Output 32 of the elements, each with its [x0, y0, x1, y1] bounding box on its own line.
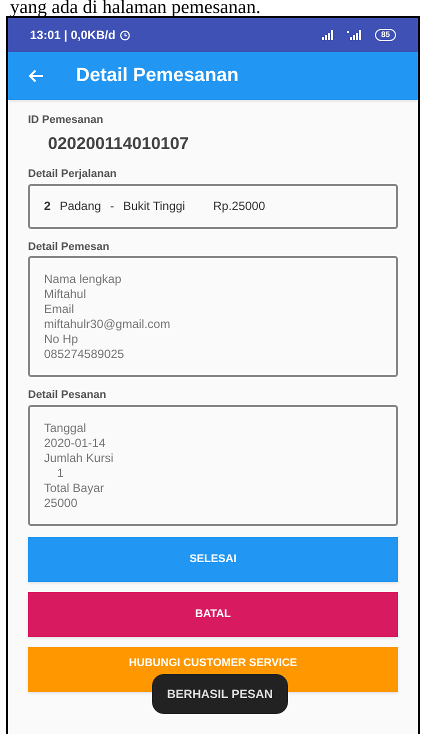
- back-icon[interactable]: [28, 69, 44, 83]
- detail-text: 25000: [44, 496, 78, 510]
- detail-text: miftahulr30@gmail.com: [44, 317, 172, 332]
- action-button[interactable]: SELESAI: [28, 536, 398, 582]
- detail-text: Email: [44, 302, 76, 317]
- action-button[interactable]: BATAL: [28, 592, 398, 636]
- detail-text: Miftahul: [44, 287, 88, 302]
- price-text: Rp.25000: [213, 198, 266, 215]
- detail-text: Jumlah Kursi: [44, 450, 114, 466]
- order-id: 020200114010107: [47, 132, 190, 154]
- destination-text: Bukit Tinggi: [123, 198, 186, 215]
- detail-text: 085274589025: [44, 347, 126, 362]
- alarm-icon: [119, 29, 132, 41]
- separator-text: -: [110, 198, 114, 215]
- section-label: Detail Pemesan: [28, 240, 110, 254]
- section-label: Detail Pesanan: [28, 388, 108, 403]
- screen-title: Detail Pemesanan: [76, 64, 239, 88]
- detail-text: Total Bayar: [44, 480, 106, 496]
- detail-text: Tanggal: [44, 420, 88, 436]
- status-time: 13:01 | 0,0KB/d: [30, 27, 116, 44]
- section-label: Detail Perjalanan: [28, 167, 118, 182]
- detail-text: Nama lengkap: [44, 272, 122, 287]
- toast: BERHASIL PESAN: [152, 674, 288, 714]
- origin-text: Padang: [60, 198, 102, 215]
- field-label: ID Pemesanan: [28, 113, 104, 128]
- signal-icon: [347, 30, 364, 40]
- detail-text: No Hp: [44, 332, 80, 347]
- signal-icon: [321, 30, 336, 40]
- detail-text: 2020-01-14: [44, 436, 106, 450]
- seat-count: 2: [44, 198, 51, 215]
- battery-icon: 85: [375, 29, 396, 41]
- detail-text: 1: [56, 466, 65, 480]
